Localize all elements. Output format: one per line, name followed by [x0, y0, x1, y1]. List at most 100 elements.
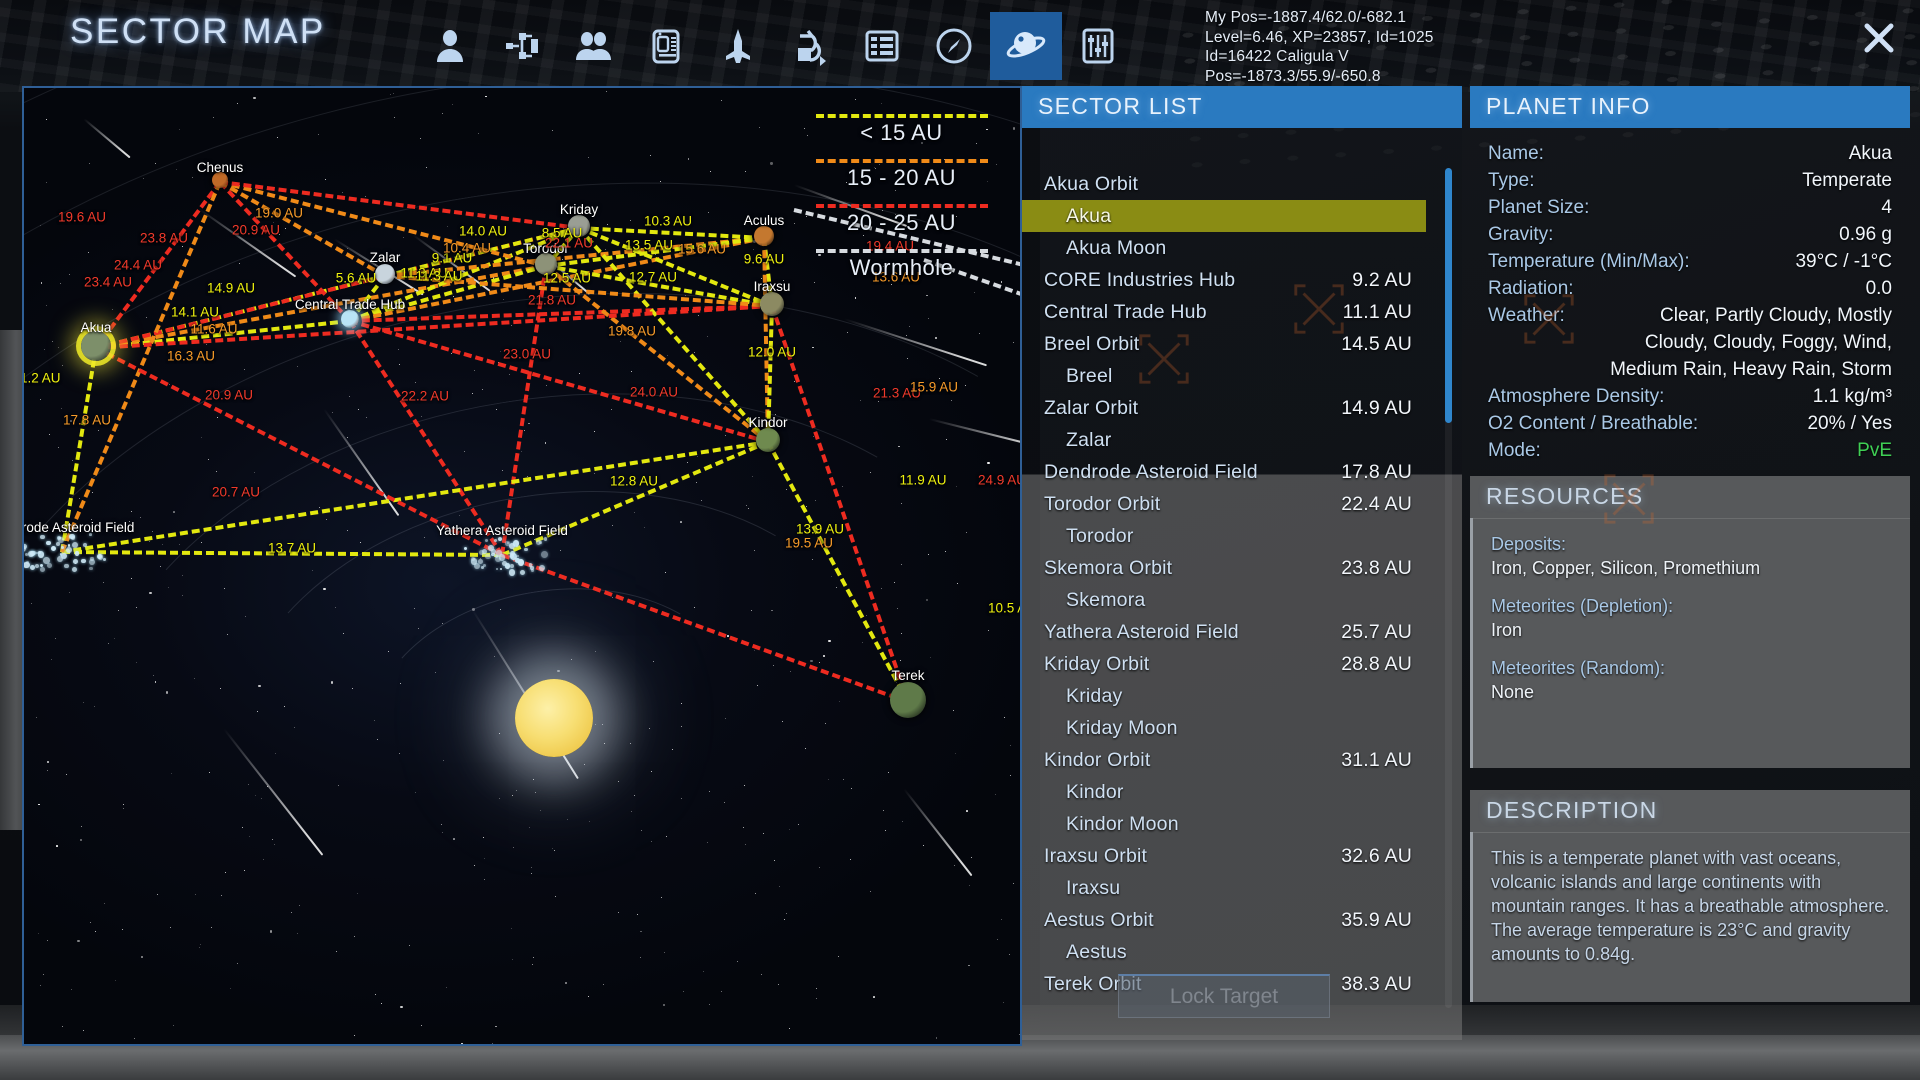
lock-target-button[interactable]: Lock Target	[1118, 974, 1330, 1018]
sector-item-name: Skemora Orbit	[1044, 556, 1173, 579]
toolbar-button-list[interactable]	[846, 12, 918, 80]
map-distance-label: 22.1 AU	[544, 235, 594, 251]
asteroid	[509, 553, 515, 558]
asteroid	[493, 538, 497, 542]
planet-info-key: Gravity:	[1488, 224, 1554, 245]
sector-list-item[interactable]: Kriday Orbit 28.8 AU	[1022, 648, 1426, 680]
planet-info-row: Mode: PvE	[1488, 437, 1892, 464]
sector-item-name: Dendrode Asteroid Field	[1044, 460, 1258, 483]
toolbar-button-planet[interactable]	[990, 12, 1062, 80]
toolbar-button-ship[interactable]	[702, 12, 774, 80]
planet-info-value: 4	[1881, 197, 1892, 218]
sector-list-item[interactable]: Dendrode Asteroid Field 17.8 AU	[1022, 456, 1426, 488]
asteroid	[56, 555, 63, 562]
planet-info-row: Type: Temperate	[1488, 167, 1892, 194]
sector-list-item[interactable]: Kindor Orbit 31.1 AU	[1022, 744, 1426, 776]
planet-info-header: PLANET INFO	[1470, 86, 1910, 128]
toolbar-button-player[interactable]	[414, 12, 486, 80]
map-body-label: Kindor	[748, 415, 788, 430]
hud-line-id: Id=16422 Caligula V	[1205, 48, 1349, 65]
toolbar-button-compass[interactable]	[918, 12, 990, 80]
sector-list-item[interactable]: Skemora	[1022, 584, 1426, 616]
asteroid	[64, 563, 69, 568]
map-distance-label: 10.4 AU	[442, 240, 492, 256]
sector-item-distance: 14.9 AU	[1341, 396, 1412, 419]
sector-list-item[interactable]: Kindor Moon	[1022, 808, 1426, 840]
map-distance-label: 12.8 AU	[609, 473, 659, 489]
planet-dot	[341, 310, 359, 328]
sector-map-canvas[interactable]: Akua Central Trade Hub Zalar Chenus Kriday To…	[22, 86, 1022, 1046]
map-distance-label: 5.6 AU	[335, 270, 377, 286]
asteroid	[88, 566, 93, 571]
planet-info-key: Mode:	[1488, 440, 1541, 461]
map-distance-label: 21.8 AU	[527, 292, 577, 308]
toolbar-button-faction[interactable]	[558, 12, 630, 80]
sector-item-name: Central Trade Hub	[1044, 300, 1207, 323]
sector-list-item[interactable]: Skemora Orbit 23.8 AU	[1022, 552, 1426, 584]
sector-list-scroll-thumb[interactable]	[1445, 168, 1452, 423]
close-button[interactable]	[1855, 14, 1903, 62]
sector-list-item[interactable]: Kindor	[1022, 776, 1426, 808]
asteroid	[477, 559, 483, 564]
map-body-label: Terek	[891, 668, 925, 683]
sector-item-distance: 31.1 AU	[1341, 748, 1412, 771]
player-icon	[437, 30, 463, 62]
sector-list-item[interactable]: Yathera Asteroid Field 25.7 AU	[1022, 616, 1426, 648]
sector-list-item[interactable]: Akua Moon	[1022, 232, 1426, 264]
sector-list-item[interactable]: Iraxsu Orbit 32.6 AU	[1022, 840, 1426, 872]
map-distance-label: 24.9 AU	[977, 472, 1022, 488]
sector-list-item[interactable]: Breel Orbit 14.5 AU	[1022, 328, 1426, 360]
sector-list-item[interactable]: Breel	[1022, 360, 1426, 392]
map-distance-label: 9.6 AU	[743, 251, 785, 267]
legend-dash	[815, 249, 988, 253]
toolbar-button-tablet[interactable]	[630, 12, 702, 80]
asteroid	[90, 557, 94, 561]
sector-list-item[interactable]: Aestus Orbit 35.9 AU	[1022, 904, 1426, 936]
legend-row: 15 - 20 AU	[809, 159, 994, 191]
sector-item-name: Zalar	[1066, 428, 1112, 451]
description-panel: DESCRIPTION This is a temperate planet w…	[1470, 790, 1910, 1002]
map-legend: < 15 AU 15 - 20 AU 20 - 25 AU Wormhole	[809, 114, 994, 294]
toolbar-button-sliders[interactable]	[1062, 12, 1134, 80]
sector-item-name: Aestus	[1066, 940, 1127, 963]
sector-list-scrollbar[interactable]	[1445, 168, 1452, 1008]
asteroid	[495, 555, 498, 558]
asteroid	[60, 545, 64, 549]
planet-info-row: Radiation: 0.0	[1488, 275, 1892, 302]
sector-list-item[interactable]: Torodor Orbit 22.4 AU	[1022, 488, 1426, 520]
sector-item-name: Aestus Orbit	[1044, 908, 1154, 931]
sector-list-item[interactable]: Zalar	[1022, 424, 1426, 456]
map-distance-label: 10.3 AU	[643, 213, 693, 229]
sector-list-item[interactable]: Zalar Orbit 14.9 AU	[1022, 392, 1426, 424]
sector-list-item[interactable]: Akua Orbit	[1022, 168, 1426, 200]
toolbar-button-structures[interactable]	[486, 12, 558, 80]
planet-info-key: Name:	[1488, 143, 1544, 164]
asteroid	[528, 562, 533, 567]
resource-key: Deposits:	[1491, 534, 1567, 554]
legend-row: < 15 AU	[809, 114, 994, 146]
asteroid	[28, 550, 35, 557]
planet-info-key: Type:	[1488, 170, 1535, 191]
map-distance-label: 11.3 AU	[415, 268, 463, 284]
toolbar-button-trade[interactable]	[774, 12, 846, 80]
resource-key: Meteorites (Random):	[1491, 658, 1666, 678]
sector-list-item[interactable]: Kriday Moon	[1022, 712, 1426, 744]
map-distance-label: 14.0 AU	[458, 223, 508, 239]
map-distance-label: 10.5 AU	[987, 600, 1020, 616]
map-distance-label: 20.7 AU	[211, 484, 261, 500]
map-distance-label: 22.2 AU	[400, 388, 450, 404]
planet-info-value: 39°C / -1°C	[1795, 251, 1892, 272]
sector-list-item[interactable]: Akua	[1022, 200, 1426, 232]
planet-dot	[756, 428, 780, 452]
sector-list-item[interactable]: Iraxsu	[1022, 872, 1426, 904]
sector-list-item[interactable]: CORE Industries Hub 9.2 AU	[1022, 264, 1426, 296]
description-text: This is a temperate planet with vast oce…	[1470, 832, 1910, 1002]
sector-list-item[interactable]: Aestus	[1022, 936, 1426, 968]
sector-list-item[interactable]: Central Trade Hub 11.1 AU	[1022, 296, 1426, 328]
legend-row: 20 - 25 AU	[809, 204, 994, 236]
legend-label: Wormhole	[849, 255, 954, 280]
sector-list-item[interactable]: Torodor	[1022, 520, 1426, 552]
sector-list-item[interactable]: Kriday	[1022, 680, 1426, 712]
sector-item-distance: 32.6 AU	[1341, 844, 1412, 867]
asteroid	[98, 554, 104, 560]
